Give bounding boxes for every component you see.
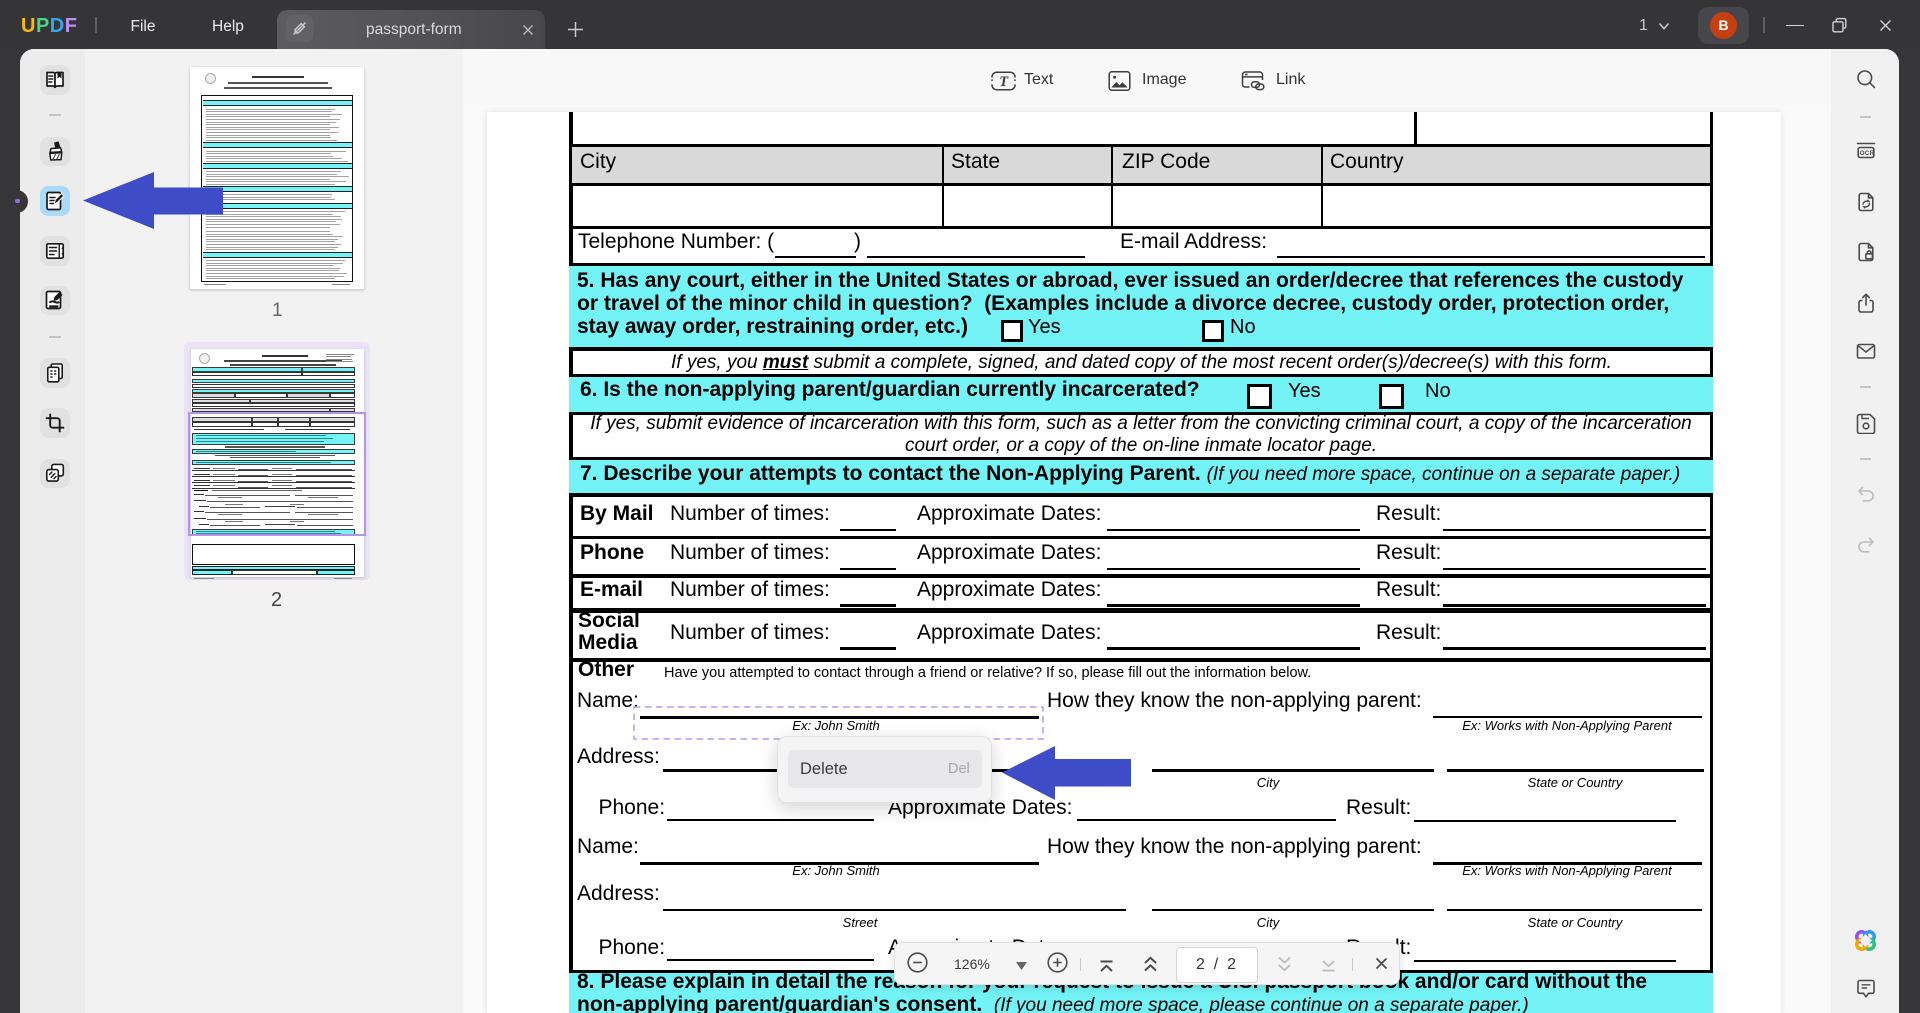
svg-text:T: T	[999, 74, 1009, 90]
svg-text:OCR: OCR	[1859, 150, 1874, 157]
